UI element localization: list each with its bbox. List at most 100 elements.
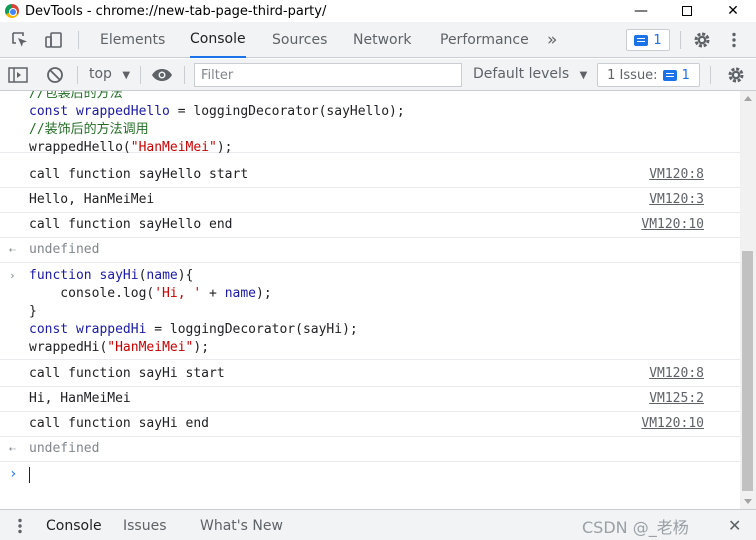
drawer-menu-button[interactable]: [8, 514, 32, 538]
source-link[interactable]: VM125:2: [649, 390, 704, 408]
maximize-button[interactable]: [664, 0, 710, 22]
live-expression-button[interactable]: [150, 63, 174, 87]
tab-network[interactable]: Network: [353, 22, 411, 58]
issues-button[interactable]: 1 Issue: 1: [597, 63, 700, 87]
log-text: Hi, HanMeiMei: [29, 391, 131, 406]
more-tabs-button[interactable]: »: [547, 22, 557, 58]
source-link[interactable]: VM120:8: [649, 365, 704, 383]
log-levels-label: Default levels: [473, 66, 570, 82]
console-input-echo: //包装后的方法 const wrappedHello = loggingDec…: [0, 91, 740, 155]
scroll-up-icon[interactable]: [744, 96, 752, 101]
return-arrow-icon: ⇠: [9, 243, 16, 256]
context-selector[interactable]: top ▼: [89, 66, 130, 82]
log-message: call function sayHi start VM120:8: [0, 362, 740, 387]
filter-input[interactable]: [194, 63, 462, 87]
tab-elements[interactable]: Elements: [100, 22, 165, 58]
console-prompt[interactable]: ›: [0, 462, 740, 492]
eval-result: ⇠ undefined: [0, 238, 740, 263]
more-vertical-icon: [732, 32, 736, 48]
scroll-down-icon[interactable]: [744, 499, 752, 504]
source-link[interactable]: VM120:10: [641, 216, 704, 234]
log-text: Hello, HanMeiMei: [29, 192, 155, 207]
maximize-icon: [682, 6, 692, 16]
gear-icon: [728, 67, 744, 83]
log-text: call function sayHi end: [29, 416, 210, 431]
code-line: console.log('Hi, ' + name);: [29, 286, 272, 301]
code-line: const wrappedHi = loggingDecorator(sayHi…: [29, 322, 358, 337]
code-line: function sayHi(name){: [29, 268, 194, 283]
source-link[interactable]: VM120:8: [649, 166, 704, 184]
issues-counter-button[interactable]: 1: [626, 29, 670, 51]
sidebar-toggle-icon: [8, 67, 28, 83]
message-icon: [634, 34, 649, 46]
return-arrow-icon: ⇠: [9, 442, 16, 455]
log-message: Hello, HanMeiMei VM120:3: [0, 188, 740, 213]
result-value: undefined: [29, 242, 100, 257]
minimize-button[interactable]: —: [618, 0, 664, 22]
tab-performance[interactable]: Performance: [440, 22, 529, 58]
settings-button[interactable]: [690, 28, 714, 52]
log-message: call function sayHello start VM120:8: [0, 163, 740, 188]
log-text: call function sayHi start: [29, 366, 225, 381]
tab-sources[interactable]: Sources: [272, 22, 327, 58]
source-link[interactable]: VM120:10: [641, 415, 704, 433]
select-element-icon: [12, 32, 27, 47]
console-toolbar: top ▼ Default levels ▼ 1 Issue: 1: [0, 59, 756, 91]
toolbar-divider: [680, 31, 681, 49]
code-line: wrappedHello("HanMeiMei");: [29, 140, 233, 155]
toolbar-divider: [710, 66, 711, 84]
prompt-chevron-icon: ›: [9, 466, 18, 482]
drawer-tab-console[interactable]: Console: [46, 510, 102, 540]
code-line: }: [29, 304, 37, 319]
tab-console[interactable]: Console: [190, 22, 246, 58]
issues-label: 1 Issue:: [607, 67, 658, 83]
drawer-tab-issues[interactable]: Issues: [123, 510, 167, 540]
eval-result: ⇠ undefined: [0, 437, 740, 462]
code-line: wrappedHi("HanMeiMei");: [29, 340, 210, 355]
close-icon: ✕: [728, 516, 742, 535]
window-titlebar: DevTools - chrome://new-tab-page-third-p…: [0, 0, 756, 22]
double-chevron-icon: »: [547, 30, 558, 50]
log-levels-dropdown[interactable]: Default levels ▼: [473, 66, 587, 82]
code-line: //包装后的方法: [29, 91, 123, 101]
device-toggle-icon: [45, 32, 62, 48]
log-message: call function sayHello end VM120:10: [0, 213, 740, 238]
log-text: call function sayHello end: [29, 217, 233, 232]
block-icon: [47, 67, 63, 83]
chrome-logo-icon: [5, 4, 19, 18]
clear-console-button[interactable]: [43, 63, 67, 87]
drawer-tabbar: Console Issues What's New CSDN @_老杨 ✕: [0, 509, 756, 540]
text-caret: [29, 467, 30, 483]
close-window-button[interactable]: ✕: [710, 0, 756, 22]
close-icon: ✕: [727, 3, 739, 19]
console-input-echo: › function sayHi(name){ console.log('Hi,…: [0, 263, 740, 360]
code-line: //装饰后的方法调用: [29, 122, 149, 137]
window-title: DevTools - chrome://new-tab-page-third-p…: [25, 3, 327, 19]
context-value: top: [89, 66, 112, 82]
toolbar-divider: [140, 66, 141, 84]
log-message: call function sayHi end VM120:10: [0, 412, 740, 437]
message-icon: [662, 69, 677, 81]
console-scrollbar[interactable]: [740, 91, 756, 509]
result-value: undefined: [29, 441, 100, 456]
chevron-right-icon: ›: [9, 269, 16, 282]
console-settings-button[interactable]: [724, 63, 748, 87]
code-line: const wrappedHello = loggingDecorator(sa…: [29, 104, 405, 119]
customize-menu-button[interactable]: [722, 28, 746, 52]
eye-icon: [152, 69, 172, 81]
inspect-element-button[interactable]: [8, 28, 32, 52]
console-output[interactable]: //包装后的方法 const wrappedHello = loggingDec…: [0, 91, 740, 509]
close-drawer-button[interactable]: ✕: [728, 510, 741, 540]
toolbar-divider: [184, 66, 185, 84]
scroll-thumb[interactable]: [742, 251, 753, 491]
show-sidebar-button[interactable]: [6, 63, 30, 87]
gear-icon: [694, 32, 710, 48]
issues-count: 1: [653, 32, 662, 48]
more-vertical-icon: [18, 518, 22, 534]
source-link[interactable]: VM120:3: [649, 191, 704, 209]
device-toolbar-button[interactable]: [42, 28, 66, 52]
minimize-icon: —: [634, 3, 648, 19]
toolbar-divider: [78, 31, 79, 49]
drawer-tab-whats-new[interactable]: What's New: [200, 510, 283, 540]
log-text: call function sayHello start: [29, 167, 249, 182]
